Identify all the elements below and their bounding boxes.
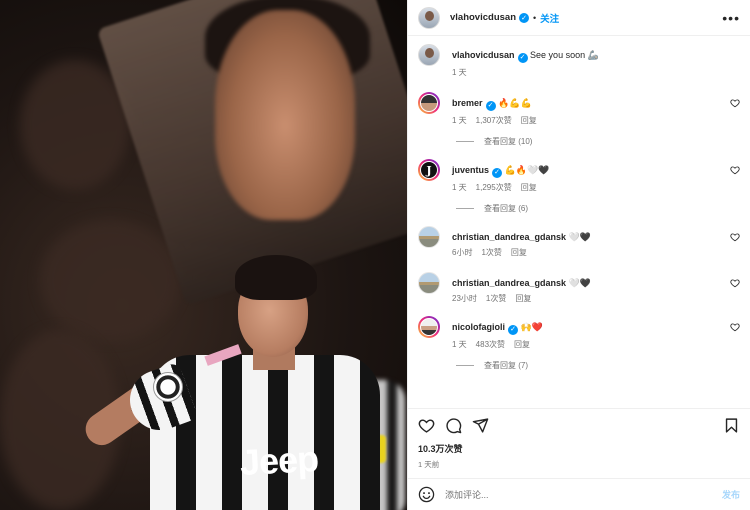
author-username[interactable]: vlahovicdusan <box>450 12 516 23</box>
likes-count[interactable]: 10.3万次赞 <box>418 442 740 455</box>
verified-badge-icon: ✓ <box>492 168 503 178</box>
comment-username[interactable]: juventus <box>452 165 489 175</box>
verified-badge-icon: ✓ <box>485 101 496 111</box>
comment-text: 💪🔥🤍🖤 <box>504 165 550 175</box>
replies-divider <box>456 365 474 366</box>
like-comment-heart-icon[interactable] <box>730 232 740 242</box>
author-avatar[interactable] <box>418 44 440 66</box>
more-options-icon[interactable]: ••• <box>722 11 740 25</box>
share-icon[interactable] <box>472 417 489 434</box>
comment-likes[interactable]: 483次赞 <box>476 339 505 350</box>
replies-divider <box>456 208 474 209</box>
separator-dot: • <box>533 12 537 23</box>
follow-button[interactable]: 关注 <box>540 11 559 25</box>
like-comment-heart-icon[interactable] <box>730 165 740 175</box>
comments-list[interactable]: vlahovicdusan ✓ See you soon 🦾 1 天 bremer… <box>408 36 750 408</box>
like-comment-heart-icon[interactable] <box>730 98 740 108</box>
comment-time: 6小时 <box>452 248 473 257</box>
comment-username[interactable]: bremer <box>452 98 483 108</box>
comment-item: nicolofagioli ✓ 🙌❤️ 1 天 483次赞 回复 查看回复 (7) <box>418 316 740 371</box>
post-photo[interactable]: Jeep <box>0 0 407 510</box>
verified-badge-icon: ✓ <box>508 325 518 335</box>
view-replies-button[interactable]: 查看回复 (7) <box>456 360 740 371</box>
posted-time: 1 天前 <box>418 460 440 469</box>
comment-text: 🔥💪💪 <box>498 98 532 108</box>
bremer-avatar[interactable] <box>418 92 440 114</box>
comment-text: 🤍🖤 <box>568 232 591 242</box>
comment-item: christian_dandrea_gdansk 🤍🖤 6小时 1次赞 回复 <box>418 226 740 258</box>
like-comment-heart-icon[interactable] <box>730 278 740 288</box>
comment-input[interactable] <box>445 489 722 500</box>
reply-button[interactable]: 回复 <box>521 182 537 193</box>
reply-button[interactable]: 回复 <box>514 339 530 350</box>
reply-button[interactable]: 回复 <box>521 115 537 126</box>
comment-likes[interactable]: 1,295次赞 <box>476 182 512 193</box>
fagioli-avatar[interactable] <box>418 316 440 338</box>
post-header: vlahovicdusan ✓ • 关注 ••• <box>408 0 750 36</box>
beach-avatar[interactable] <box>418 226 440 248</box>
comment-time: 1 天 <box>452 116 467 125</box>
comment-text: 🤍🖤 <box>568 278 591 288</box>
caption-time: 1 天 <box>452 68 467 77</box>
beach-avatar[interactable] <box>418 272 440 294</box>
author-avatar[interactable] <box>418 6 440 29</box>
comment-item: bremer ✓ 🔥💪💪 1 天 1,307次赞 回复 查看回复 (10) <box>418 92 740 147</box>
caption-text: See you soon 🦾 <box>530 50 599 60</box>
caption: vlahovicdusan ✓ See you soon 🦾 1 天 <box>418 44 740 78</box>
heart-icon[interactable] <box>418 417 435 434</box>
like-comment-heart-icon[interactable] <box>730 322 740 332</box>
comment-time: 23小时 <box>452 294 477 303</box>
reply-button[interactable]: 回复 <box>515 293 531 304</box>
view-replies-button[interactable]: 查看回复 (10) <box>456 136 740 147</box>
comment-username[interactable]: christian_dandrea_gdansk <box>452 232 566 242</box>
champions-league-badge <box>153 372 183 402</box>
view-replies-label[interactable]: 查看回复 (10) <box>484 136 532 147</box>
comment-time: 1 天 <box>452 340 467 349</box>
post-comment-button[interactable]: 发布 <box>722 488 740 501</box>
comment-likes[interactable]: 1次赞 <box>486 293 506 304</box>
comment-likes[interactable]: 1,307次赞 <box>476 115 512 126</box>
comment-username[interactable]: nicolofagioli <box>452 322 505 332</box>
post-side-panel: vlahovicdusan ✓ • 关注 ••• vlahovicdusan ✓ … <box>407 0 750 510</box>
verified-badge-icon: ✓ <box>517 53 528 63</box>
add-comment-bar: 发布 <box>408 478 750 510</box>
verified-badge-icon: ✓ <box>519 12 529 23</box>
comment-item: J juventus ✓ 💪🔥🤍🖤 1 天 1,295次赞 回复 查看回复 (6… <box>418 159 740 214</box>
post-actions: 10.3万次赞 1 天前 <box>408 408 750 478</box>
view-replies-label[interactable]: 查看回复 (7) <box>484 360 528 371</box>
view-replies-button[interactable]: 查看回复 (6) <box>456 203 740 214</box>
shirt-sponsor-logo: Jeep <box>238 437 320 484</box>
view-replies-label[interactable]: 查看回复 (6) <box>484 203 528 214</box>
reply-button[interactable]: 回复 <box>511 247 527 258</box>
player-hair <box>235 255 317 300</box>
juventus-logo-avatar[interactable]: J <box>418 159 440 181</box>
comment-item: christian_dandrea_gdansk 🤍🖤 23小时 1次赞 回复 <box>418 272 740 304</box>
comment-text: 🙌❤️ <box>520 322 543 332</box>
crowd-blur <box>40 220 180 340</box>
comment-time: 1 天 <box>452 183 467 192</box>
comment-likes[interactable]: 1次赞 <box>481 247 501 258</box>
comment-username[interactable]: christian_dandrea_gdansk <box>452 278 566 288</box>
banner-face <box>215 10 355 220</box>
bookmark-icon[interactable] <box>723 417 740 434</box>
action-icons <box>418 417 740 434</box>
emoji-icon[interactable] <box>418 486 435 503</box>
comment-icon[interactable] <box>445 417 462 434</box>
replies-divider <box>456 141 474 142</box>
instagram-post-modal: Jeep vlahovicdusan ✓ • 关注 ••• vlahovicdu… <box>0 0 750 510</box>
player-shirt <box>150 355 380 510</box>
caption-username[interactable]: vlahovicdusan <box>452 50 515 60</box>
